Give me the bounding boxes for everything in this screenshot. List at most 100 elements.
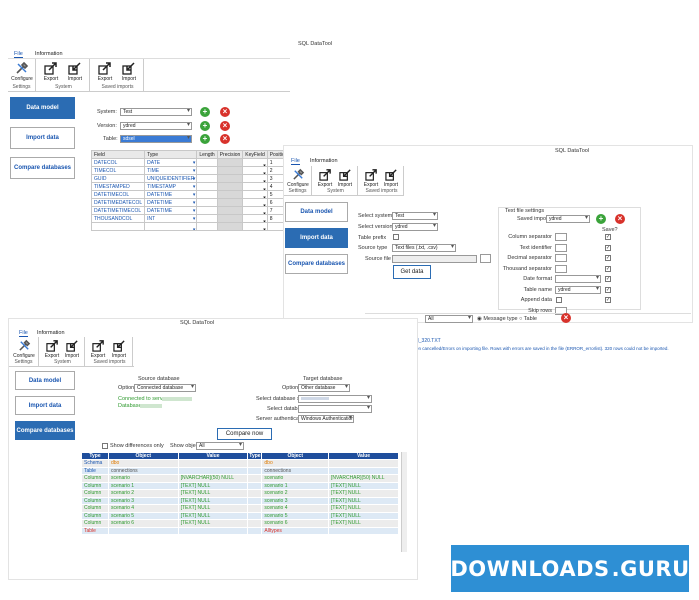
compare-nav-import-data[interactable]: Import data <box>15 396 75 415</box>
keyfield-cell[interactable]: ▾ <box>242 222 268 231</box>
show-differences-checkbox[interactable] <box>102 443 108 449</box>
keyfield-cell[interactable]: ▾ <box>242 182 268 191</box>
precision-cell[interactable] <box>216 206 244 215</box>
text-setting-input[interactable] <box>555 254 567 262</box>
table-prefix-checkbox[interactable] <box>393 234 399 240</box>
import-system-import-button[interactable]: Import <box>334 168 356 188</box>
compare-row[interactable]: Column scenario 3 [TEXT] NULL scenario 3 [TE… <box>81 496 399 505</box>
type-cell[interactable]: UNIQUEIDENTIFIER ▾ <box>144 174 198 183</box>
keyfield-cell[interactable]: ▾ <box>242 214 268 223</box>
type-cell[interactable]: DATE ▾ <box>144 158 198 167</box>
saved-export-button[interactable]: Export <box>94 61 116 82</box>
text-setting-input[interactable] <box>555 243 567 252</box>
compare-row[interactable]: Table connections connections <box>81 466 399 475</box>
show-objects-select[interactable]: All <box>196 442 244 450</box>
date-format-select[interactable] <box>555 275 601 283</box>
import-saved-export-button[interactable]: Export <box>360 168 382 188</box>
keyfield-cell[interactable]: ▾ <box>242 174 268 183</box>
save-setting-checkbox[interactable]: ✓ <box>605 234 611 240</box>
compare-row[interactable]: Column scenario [NVARCHAR](50) NULL scenari… <box>81 474 399 483</box>
col-src-object[interactable]: Object <box>107 452 179 460</box>
compare-saved-import-button[interactable]: Import <box>108 339 130 359</box>
import-menu-file[interactable]: File <box>291 158 300 165</box>
precision-cell[interactable] <box>216 158 244 167</box>
compare-row[interactable]: Column scenario 1 [TEXT] NULL scenario 1 [TE… <box>81 481 399 490</box>
type-cell[interactable]: DATETIME ▾ <box>144 206 198 215</box>
compare-row[interactable]: Table Alltypes <box>81 526 399 535</box>
delete-system-icon[interactable]: × <box>220 107 230 117</box>
col-src-type[interactable]: Type <box>81 452 109 460</box>
col-src-value[interactable]: Value <box>177 452 249 460</box>
compare-row[interactable]: Column scenario 4 [TEXT] NULL scenario 4 [TE… <box>81 504 399 513</box>
precision-cell[interactable] <box>216 222 244 231</box>
source-type-select[interactable]: Text files (.txt, .csv) <box>392 244 456 252</box>
compare-menu-information[interactable]: Information <box>37 330 65 336</box>
delete-saved-import-icon[interactable]: × <box>615 214 625 224</box>
field-cell[interactable]: DATETIMECOL <box>90 190 146 199</box>
append-data-checkbox[interactable] <box>556 297 562 303</box>
length-cell[interactable] <box>196 222 218 231</box>
menu-information[interactable]: Information <box>35 51 63 57</box>
compare-configure-button[interactable]: Configure <box>13 339 35 359</box>
table-radio[interactable]: ○ Table <box>519 316 537 322</box>
source-options-select[interactable]: Connected database <box>134 384 196 392</box>
type-cell[interactable]: ▾ <box>144 222 198 231</box>
length-cell[interactable] <box>196 182 218 191</box>
keyfield-cell[interactable]: ▾ <box>242 206 268 215</box>
length-cell[interactable] <box>196 158 218 167</box>
keyfield-cell[interactable]: ▾ <box>242 190 268 199</box>
nav-data-model[interactable]: Data model <box>10 97 75 119</box>
compare-nav-data-model[interactable]: Data model <box>15 371 75 390</box>
type-cell[interactable]: INT ▾ <box>144 214 198 223</box>
target-options-select[interactable]: Other database <box>298 384 350 392</box>
save-setting-checkbox[interactable]: ✓ <box>605 297 611 303</box>
col-tgt-type[interactable]: Type <box>247 452 263 460</box>
import-saved-import-button[interactable]: Import <box>380 168 402 188</box>
save-setting-checkbox[interactable]: ✓ <box>605 286 611 293</box>
save-setting-checkbox[interactable]: ✓ <box>605 276 611 282</box>
length-cell[interactable] <box>196 190 218 199</box>
col-keyfield[interactable]: KeyField <box>242 150 268 159</box>
field-cell[interactable]: THOUSANDCOL <box>90 214 146 223</box>
select-db-server-select[interactable] <box>298 395 372 403</box>
type-cell[interactable]: TIMESTAMP ▾ <box>144 182 198 191</box>
field-grid-row[interactable]: GUID UNIQUEIDENTIFIER ▾ ▾ 3 <box>90 174 291 183</box>
saved-imports-select[interactable]: ydred <box>546 215 590 223</box>
table-name-select[interactable]: ydred <box>555 285 601 294</box>
type-cell[interactable]: DATETIME ▾ <box>144 198 198 207</box>
length-cell[interactable] <box>196 174 218 183</box>
col-type[interactable]: Type <box>144 150 198 159</box>
field-grid-row[interactable]: ▾ ▾ <box>90 222 291 231</box>
add-version-icon[interactable]: + <box>200 121 210 131</box>
text-setting-input[interactable] <box>555 264 567 273</box>
field-grid-row[interactable]: DATETIMEDATECOL DATETIME ▾ ▾ 6 <box>90 198 291 207</box>
field-cell[interactable] <box>90 222 146 231</box>
length-cell[interactable] <box>196 198 218 207</box>
field-cell[interactable]: TIMECOL <box>90 166 146 175</box>
field-grid-row[interactable]: TIMESTAMPED TIMESTAMP ▾ ▾ 4 <box>90 182 291 191</box>
field-cell[interactable]: TIMESTAMPED <box>90 182 146 191</box>
source-file-input[interactable] <box>392 255 477 263</box>
precision-cell[interactable] <box>216 214 244 223</box>
field-cell[interactable]: DATECOL <box>90 158 146 167</box>
type-cell[interactable]: TIME ▾ <box>144 166 198 175</box>
precision-cell[interactable] <box>216 182 244 191</box>
keyfield-cell[interactable]: ▾ <box>242 166 268 175</box>
import-nav-data-model[interactable]: Data model <box>285 202 348 222</box>
import-menu-information[interactable]: Information <box>310 158 338 164</box>
server-auth-select[interactable]: Windows Authentication <box>298 415 354 423</box>
import-nav-import-data[interactable]: Import data <box>285 228 348 248</box>
keyfield-cell[interactable]: ▾ <box>242 198 268 207</box>
clear-log-icon[interactable]: × <box>561 313 571 323</box>
message-filter-select[interactable]: All <box>425 315 473 323</box>
compare-system-export-button[interactable]: Export <box>41 339 63 359</box>
nav-import-data[interactable]: Import data <box>10 127 75 149</box>
compare-nav-compare-databases[interactable]: Compare databases <box>15 421 75 440</box>
precision-cell[interactable] <box>216 198 244 207</box>
col-length[interactable]: Length <box>196 150 218 159</box>
import-system-export-button[interactable]: Export <box>314 168 336 188</box>
field-grid-row[interactable]: DATETIMETIMECOL DATETIME ▾ ▾ 7 <box>90 206 291 215</box>
browse-button[interactable] <box>480 254 491 263</box>
add-system-icon[interactable]: + <box>200 107 210 117</box>
keyfield-cell[interactable]: ▾ <box>242 158 268 167</box>
